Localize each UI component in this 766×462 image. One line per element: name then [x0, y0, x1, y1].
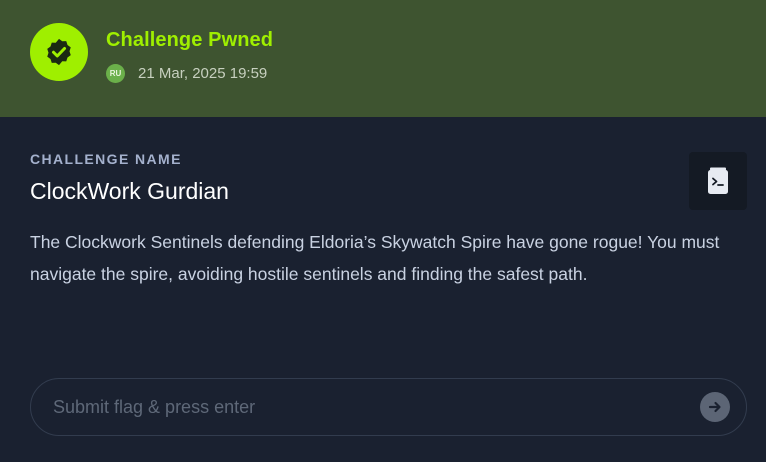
challenge-description: The Clockwork Sentinels defending Eldori… [30, 232, 720, 284]
submit-flag-button[interactable] [700, 392, 730, 422]
status-title: Challenge Pwned [106, 29, 274, 51]
flag-input[interactable] [53, 379, 693, 435]
pwned-meta: RU 21 Mar, 2025 19:59 [106, 63, 267, 83]
pwned-banner: Challenge Pwned RU 21 Mar, 2025 19:59 [0, 0, 766, 117]
verified-badge-icon [30, 23, 88, 81]
arrow-right-icon [708, 401, 721, 413]
flag-submit-box [30, 378, 747, 436]
terminal-document-icon [708, 167, 728, 194]
pwned-date: 21 Mar, 2025 19:59 [138, 64, 268, 82]
challenge-doc-button[interactable] [689, 152, 747, 210]
section-label: CHALLENGE NAME [30, 151, 182, 167]
challenge-title: ClockWork Gurdian [30, 178, 229, 204]
avatar[interactable]: RU [106, 63, 125, 83]
